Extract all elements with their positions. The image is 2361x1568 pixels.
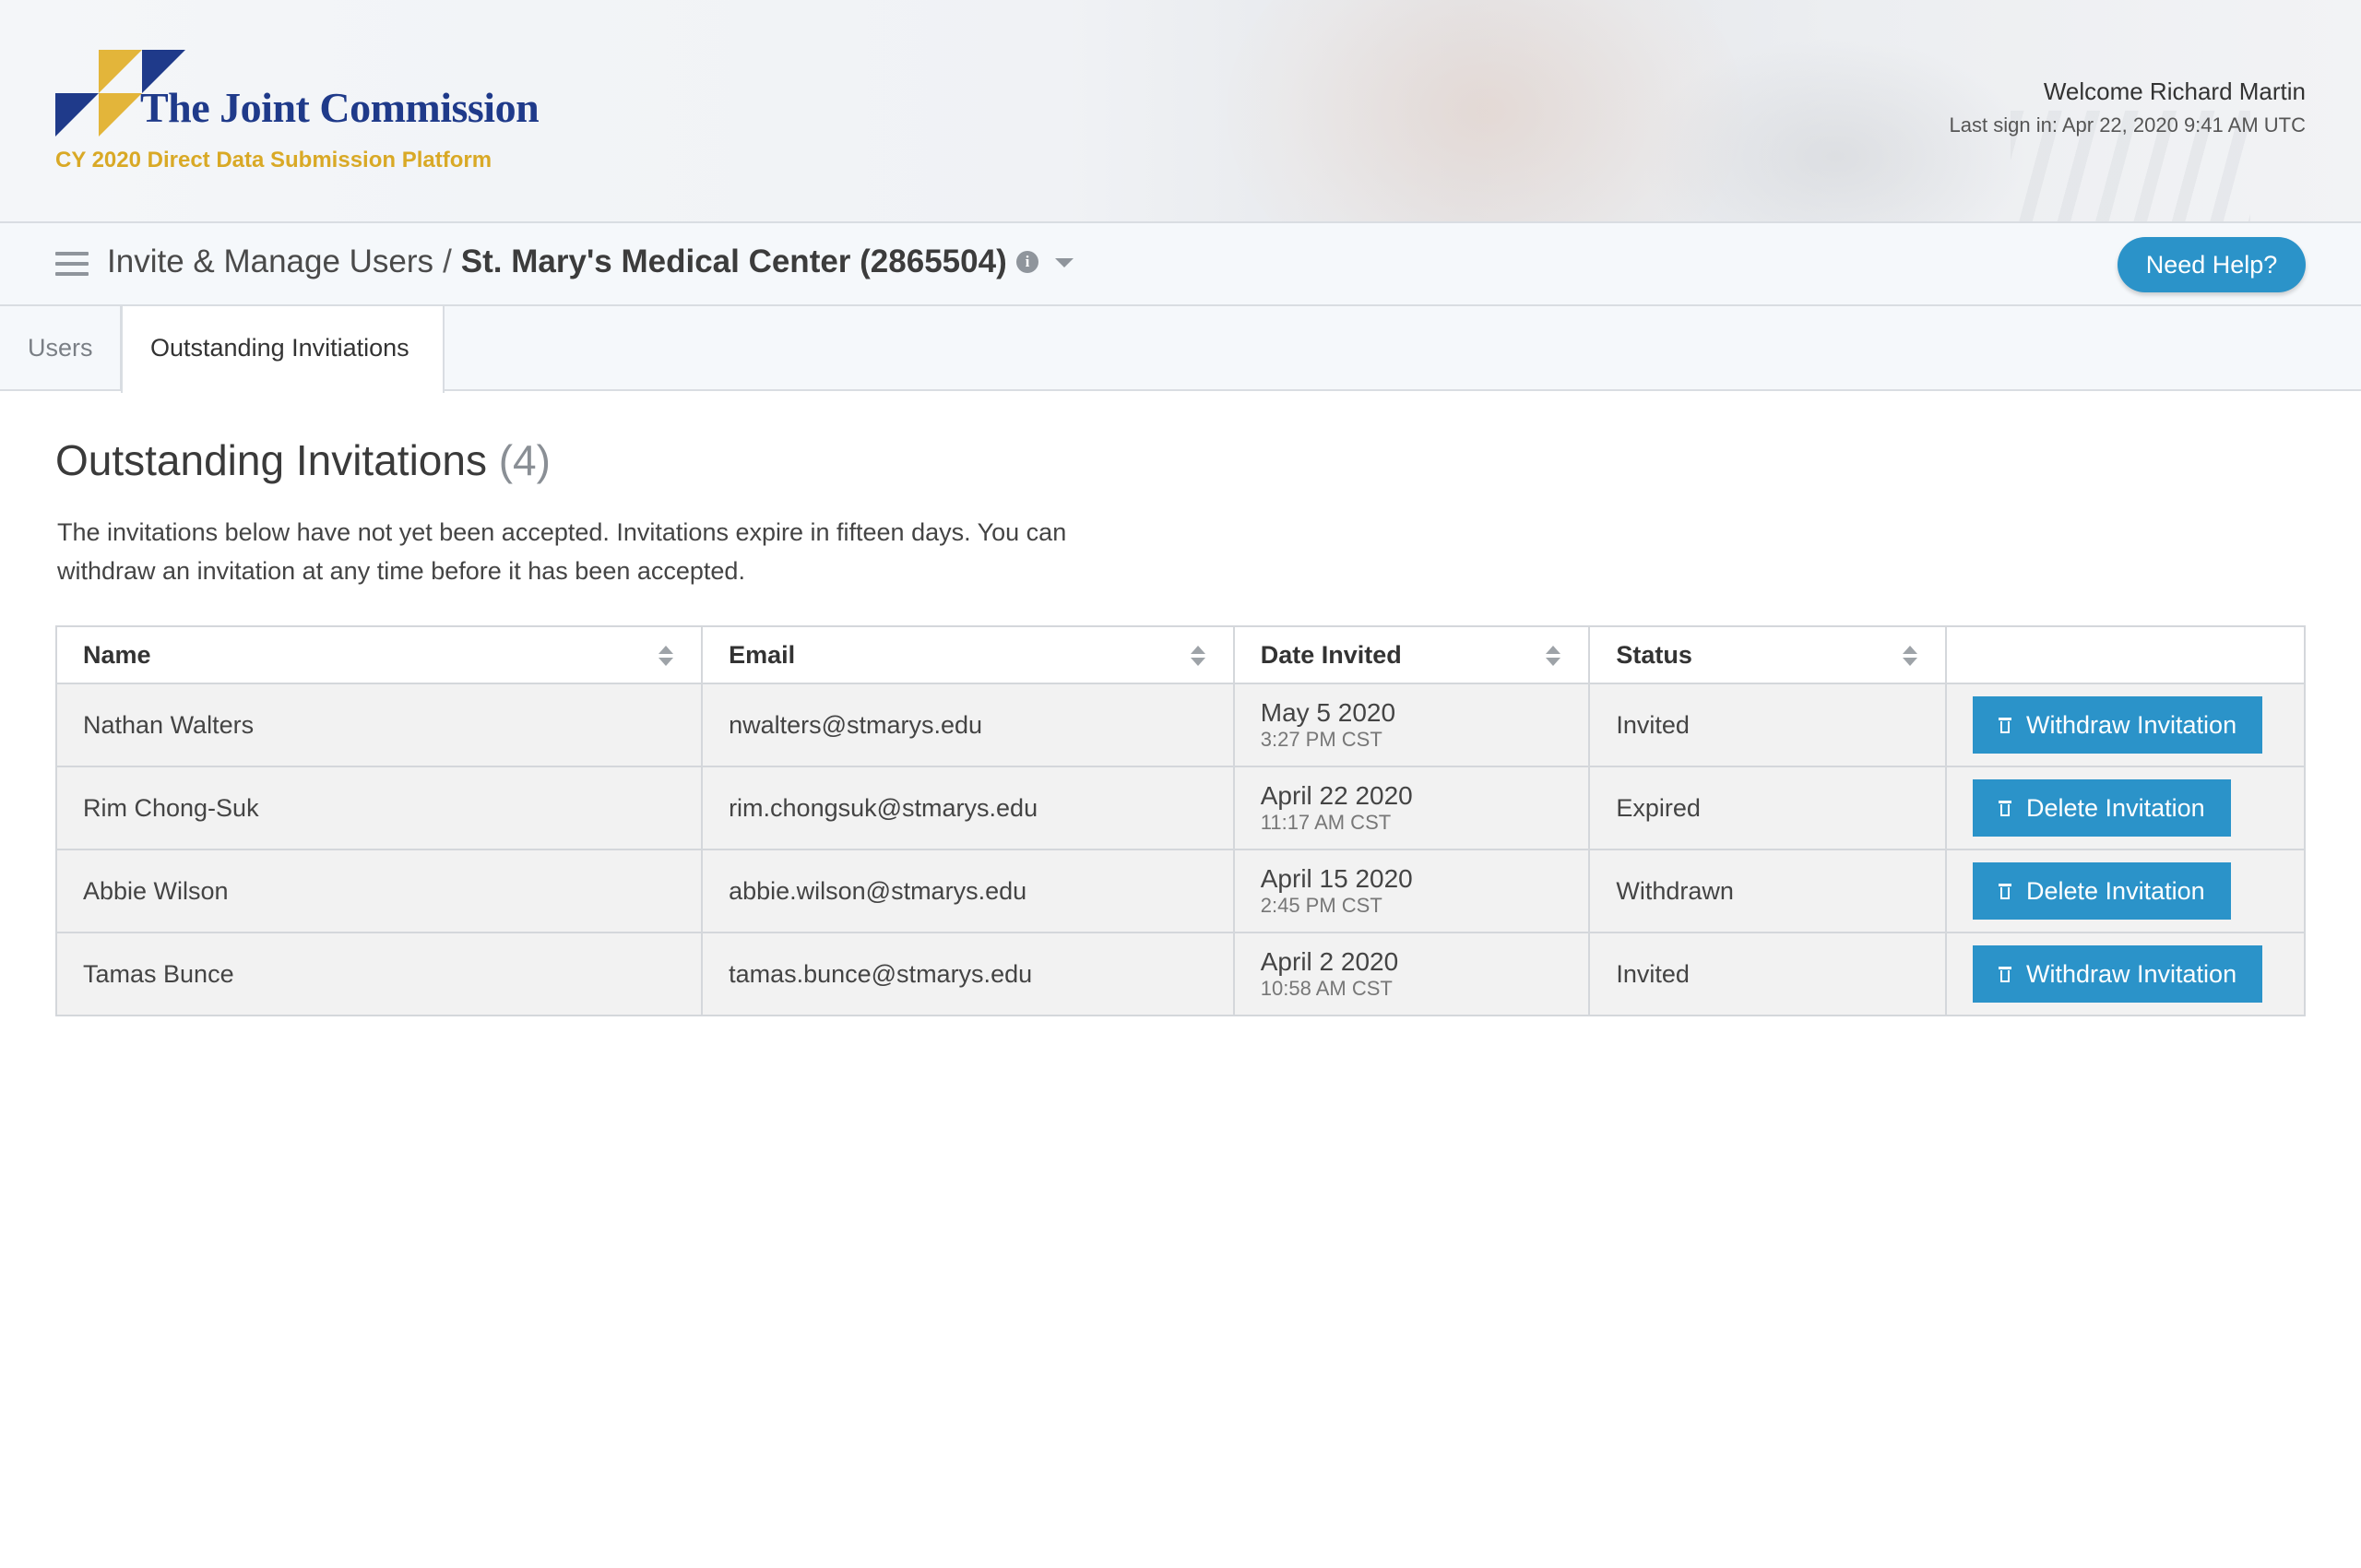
- column-header-label: Date Invited: [1260, 640, 1402, 669]
- cell-status: Withdrawn: [1588, 849, 1947, 933]
- withdraw-invitation-button[interactable]: Withdraw Invitation: [1973, 696, 2263, 754]
- cell-status: Invited: [1588, 683, 1947, 767]
- last-sign-in: Last sign in: Apr 22, 2020 9:41 AM UTC: [1949, 113, 2306, 137]
- table-row: Abbie Wilson abbie.wilson@stmarys.edu Ap…: [54, 849, 2306, 933]
- time-invited: 11:17 AM CST: [1260, 811, 1392, 834]
- action-label: Withdraw Invitation: [2026, 710, 2237, 739]
- withdraw-invitation-button[interactable]: Withdraw Invitation: [1973, 945, 2263, 1003]
- cell-name: Tamas Bunce: [54, 932, 704, 1016]
- time-invited: 10:58 AM CST: [1260, 977, 1393, 1000]
- cell-date-invited: April 2 2020 10:58 AM CST: [1232, 932, 1591, 1016]
- trash-icon: [1999, 883, 2011, 899]
- org-name: The Joint Commission: [140, 84, 540, 131]
- cell-action: Delete Invitation: [1945, 849, 2306, 933]
- caret-down-icon[interactable]: [1055, 258, 1074, 267]
- tab-users[interactable]: Users: [0, 306, 122, 391]
- page-description: The invitations below have not yet been …: [57, 518, 1067, 585]
- delete-invitation-button[interactable]: Delete Invitation: [1973, 862, 2231, 920]
- date-invited: April 2 2020: [1260, 947, 1399, 976]
- trash-icon: [1999, 800, 2011, 816]
- time-invited: 2:45 PM CST: [1260, 894, 1382, 917]
- trash-icon: [1999, 717, 2011, 733]
- date-invited: April 15 2020: [1260, 864, 1413, 893]
- time-invited: 3:27 PM CST: [1260, 728, 1382, 751]
- invitation-count: (4): [498, 436, 551, 484]
- hamburger-menu-icon[interactable]: [55, 252, 89, 276]
- column-header-date-invited[interactable]: Date Invited: [1232, 625, 1591, 684]
- cell-date-invited: May 5 2020 3:27 PM CST: [1232, 683, 1591, 767]
- cell-email: tamas.bunce@stmarys.edu: [701, 932, 1235, 1016]
- info-icon[interactable]: i: [1016, 251, 1038, 273]
- user-welcome: Welcome Richard Martin Last sign in: Apr…: [1950, 77, 2306, 137]
- column-header-name[interactable]: Name: [54, 625, 704, 684]
- breadcrumb-separator: /: [443, 244, 452, 279]
- column-header-email[interactable]: Email: [701, 625, 1235, 684]
- need-help-button[interactable]: Need Help?: [2118, 237, 2306, 292]
- sort-arrows-icon[interactable]: [1546, 646, 1561, 668]
- cell-status: Expired: [1588, 766, 1947, 850]
- table-row: Rim Chong-Suk rim.chongsuk@stmarys.edu A…: [54, 766, 2306, 850]
- cell-status: Invited: [1588, 932, 1947, 1016]
- page-title: Outstanding Invitations (4): [55, 435, 551, 485]
- cell-email: nwalters@stmarys.edu: [701, 683, 1235, 767]
- cell-email: rim.chongsuk@stmarys.edu: [701, 766, 1235, 850]
- column-header-label: Email: [729, 640, 796, 669]
- page-title-text: Outstanding Invitations: [55, 436, 487, 484]
- cell-name: Rim Chong-Suk: [54, 766, 704, 850]
- header-banner: The Joint Commission CY 2020 Direct Data…: [0, 0, 2361, 223]
- breadcrumb: Invite & Manage Users / St. Mary's Medical…: [107, 244, 1007, 280]
- breadcrumb-organization[interactable]: St. Mary's Medical Center (2865504): [461, 244, 1007, 279]
- cell-action: Withdraw Invitation: [1945, 932, 2306, 1016]
- table-row: Tamas Bunce tamas.bunce@stmarys.edu Apri…: [54, 932, 2306, 1016]
- date-invited: April 22 2020: [1260, 781, 1413, 810]
- cell-date-invited: April 22 2020 11:17 AM CST: [1232, 766, 1591, 850]
- cell-name: Abbie Wilson: [54, 849, 704, 933]
- tab-outstanding-invitations[interactable]: Outstanding Invitiations: [121, 306, 445, 393]
- sort-arrows-icon[interactable]: [1190, 646, 1205, 668]
- cell-name: Nathan Walters: [54, 683, 704, 767]
- sort-arrows-icon[interactable]: [658, 646, 674, 668]
- tab-bar: Users Outstanding Invitiations: [0, 306, 2361, 393]
- sort-arrows-icon[interactable]: [1903, 646, 1917, 668]
- breadcrumb-section: Invite & Manage Users: [107, 244, 434, 279]
- action-label: Delete Invitation: [2026, 876, 2205, 905]
- action-label: Withdraw Invitation: [2026, 959, 2237, 988]
- invitations-table: Name Email Date Invited Status Nathan Wa…: [54, 625, 2306, 1016]
- cell-date-invited: April 15 2020 2:45 PM CST: [1232, 849, 1591, 933]
- column-header-label: Name: [83, 640, 151, 669]
- column-header-actions: [1945, 625, 2306, 684]
- trash-icon: [1999, 966, 2011, 982]
- table-header-row: Name Email Date Invited Status: [54, 625, 2306, 684]
- action-label: Delete Invitation: [2026, 793, 2205, 822]
- table-row: Nathan Walters nwalters@stmarys.edu May …: [54, 683, 2306, 767]
- cell-action: Delete Invitation: [1945, 766, 2306, 850]
- cell-email: abbie.wilson@stmarys.edu: [701, 849, 1235, 933]
- platform-name: CY 2020 Direct Data Submission Platform: [55, 148, 492, 172]
- cell-action: Withdraw Invitation: [1945, 683, 2306, 767]
- date-invited: May 5 2020: [1260, 698, 1396, 727]
- column-header-label: Status: [1616, 640, 1692, 669]
- welcome-text: Welcome Richard Martin: [2043, 77, 2306, 105]
- delete-invitation-button[interactable]: Delete Invitation: [1973, 779, 2231, 837]
- column-header-status[interactable]: Status: [1588, 625, 1947, 684]
- title-bar: Invite & Manage Users / St. Mary's Medical…: [0, 223, 2361, 306]
